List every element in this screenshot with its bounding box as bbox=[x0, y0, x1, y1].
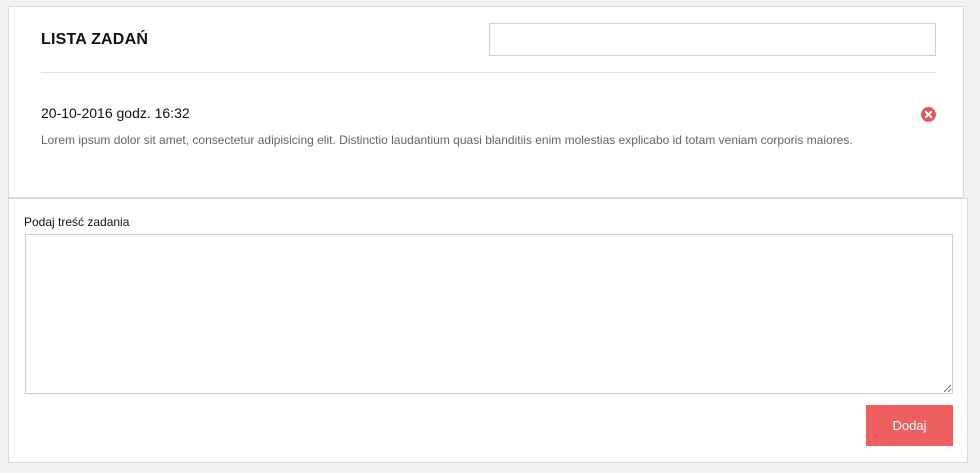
close-circle-icon[interactable] bbox=[921, 107, 936, 122]
task-list-panel: LISTA ZADAŃ 20-10-2016 godz. 16:32 Lorem… bbox=[8, 6, 964, 198]
list-title: LISTA ZADAŃ bbox=[41, 31, 149, 48]
add-button[interactable]: Dodaj bbox=[866, 405, 953, 446]
task-content-label: Podaj treść zadania bbox=[24, 215, 130, 229]
list-item: 20-10-2016 godz. 16:32 Lorem ipsum dolor… bbox=[41, 105, 936, 147]
divider bbox=[41, 72, 936, 73]
add-task-form: Podaj treść zadania Dodaj bbox=[8, 198, 968, 463]
task-content-textarea[interactable] bbox=[25, 234, 953, 394]
task-text: Lorem ipsum dolor sit amet, consectetur … bbox=[41, 133, 853, 147]
task-date: 20-10-2016 godz. 16:32 bbox=[41, 105, 190, 121]
search-input[interactable] bbox=[489, 23, 936, 56]
